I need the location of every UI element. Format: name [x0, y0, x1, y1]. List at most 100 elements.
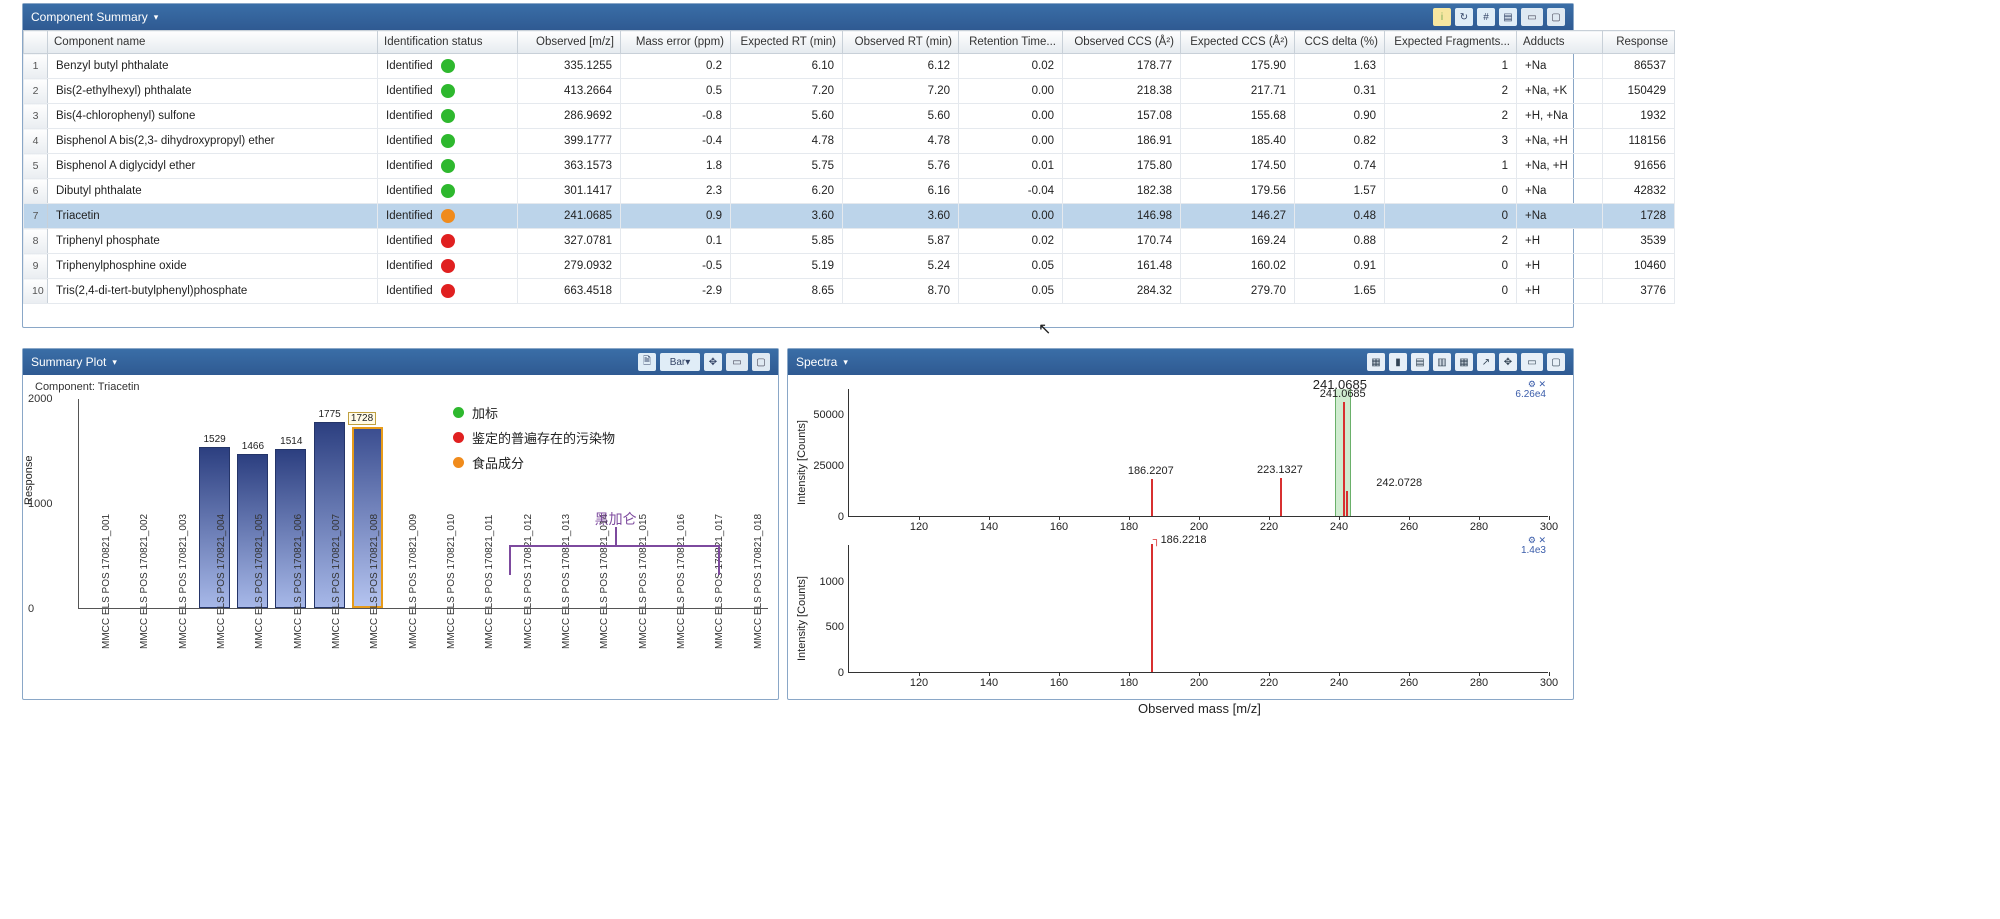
- spectra-title[interactable]: Spectra: [796, 355, 848, 369]
- status-dot-icon: [441, 59, 455, 73]
- x-tick: 240: [1330, 521, 1348, 533]
- x-tick: 120: [910, 677, 928, 689]
- info-icon[interactable]: i: [1433, 8, 1451, 26]
- x-tick: 180: [1120, 521, 1138, 533]
- table-row[interactable]: 3Bis(4-chlorophenyl) sulfoneIdentified28…: [24, 104, 1675, 129]
- copy-icon[interactable]: 🗎: [638, 353, 656, 371]
- status-dot-icon: [441, 284, 455, 298]
- x-tick-label: MMCC ELS POS 170821_018: [753, 611, 778, 649]
- plot-legend: 加标鉴定的普遍存在的污染物食品成分: [453, 403, 615, 478]
- column-header[interactable]: CCS delta (%): [1295, 31, 1385, 54]
- column-header[interactable]: Mass error (ppm): [621, 31, 731, 54]
- table-row[interactable]: 6Dibutyl phthalateIdentified301.14172.36…: [24, 179, 1675, 204]
- y-tick: 2000: [28, 393, 52, 405]
- tool-a-icon[interactable]: ▦: [1367, 353, 1385, 371]
- column-header[interactable]: Retention Time...: [959, 31, 1063, 54]
- tool-e-icon[interactable]: ▦: [1455, 353, 1473, 371]
- table-row[interactable]: 2Bis(2-ethylhexyl) phthalateIdentified41…: [24, 79, 1675, 104]
- tool-b-icon[interactable]: ▮: [1389, 353, 1407, 371]
- x-tick: 280: [1470, 677, 1488, 689]
- status-dot-icon: [441, 234, 455, 248]
- table-row[interactable]: 4Bisphenol A bis(2,3- dihydroxypropyl) e…: [24, 129, 1675, 154]
- column-header[interactable]: Expected Fragments...: [1385, 31, 1517, 54]
- spectra-x-label: Observed mass [m/z]: [1138, 701, 1261, 716]
- spectra-panel: Spectra ▦ ▮ ▤ ▥ ▦ ↗ ✥ ▭ ▢ Intensity [Cou…: [787, 348, 1574, 700]
- column-header[interactable]: Response: [1603, 31, 1675, 54]
- column-header[interactable]: Identification status: [378, 31, 518, 54]
- table-row[interactable]: 10Tris(2,4-di-tert-butylphenyl)phosphate…: [24, 279, 1675, 304]
- annotation-bracket: [509, 545, 720, 575]
- x-tick: 260: [1400, 677, 1418, 689]
- bar-value-label: 1514: [271, 436, 311, 447]
- y-tick: 50000: [799, 409, 844, 421]
- status-dot-icon: [441, 259, 455, 273]
- hash-icon[interactable]: #: [1477, 8, 1495, 26]
- legend-dot-icon: [453, 432, 464, 443]
- status-text: Identified: [386, 160, 433, 172]
- column-header[interactable]: Expected CCS (Å²): [1181, 31, 1295, 54]
- component-summary-grid[interactable]: Component nameIdentification statusObser…: [23, 30, 1675, 304]
- x-tick: 120: [910, 521, 928, 533]
- table-row[interactable]: 5Bisphenol A diglycidyl etherIdentified3…: [24, 154, 1675, 179]
- window-max-icon[interactable]: ▢: [1547, 353, 1565, 371]
- refresh-icon[interactable]: ↻: [1455, 8, 1473, 26]
- chart-mode-dropdown[interactable]: Bar ▾: [660, 353, 700, 371]
- export-icon[interactable]: ↗: [1477, 353, 1495, 371]
- legend-label: 食品成分: [472, 453, 524, 472]
- tool-d-icon[interactable]: ▥: [1433, 353, 1451, 371]
- column-header[interactable]: Component name: [48, 31, 378, 54]
- spectrum-peak[interactable]: [1343, 402, 1345, 517]
- x-tick: 180: [1120, 677, 1138, 689]
- table-row[interactable]: 8Triphenyl phosphateIdentified327.07810.…: [24, 229, 1675, 254]
- status-text: Identified: [386, 110, 433, 122]
- x-tick: 220: [1260, 677, 1278, 689]
- plot-component-label: Component: Triacetin: [35, 381, 770, 393]
- column-header[interactable]: Observed CCS (Å²): [1063, 31, 1181, 54]
- x-tick: 300: [1540, 677, 1558, 689]
- move-icon[interactable]: ✥: [704, 353, 722, 371]
- summary-plot-title[interactable]: Summary Plot: [31, 355, 117, 369]
- window-max-icon[interactable]: ▢: [1547, 8, 1565, 26]
- bar-value-label: 1466: [233, 441, 273, 452]
- x-tick: 300: [1540, 521, 1558, 533]
- legend-item: 加标: [453, 403, 615, 422]
- spectrum-peak[interactable]: [1346, 491, 1348, 516]
- legend-label: 鉴定的普遍存在的污染物: [472, 428, 615, 447]
- peak-label-main: 241.0685: [1313, 377, 1367, 392]
- component-summary-title[interactable]: Component Summary: [31, 10, 158, 24]
- status-dot-icon: [441, 184, 455, 198]
- spectrum-peak[interactable]: [1151, 479, 1153, 516]
- bar-value-label: 1775: [310, 409, 350, 420]
- spectrum-peak[interactable]: [1280, 478, 1282, 516]
- x-tick: 200: [1190, 677, 1208, 689]
- page-icon[interactable]: ▤: [1499, 8, 1517, 26]
- y-tick: 1000: [799, 576, 844, 588]
- y-tick: 0: [799, 667, 844, 679]
- spectrum-bottom: 05001000120140160180200220240260280300┐1…: [848, 545, 1548, 673]
- window-split-icon[interactable]: ▭: [726, 353, 748, 371]
- x-tick: 160: [1050, 677, 1068, 689]
- legend-label: 加标: [472, 403, 498, 422]
- column-header[interactable]: Observed RT (min): [843, 31, 959, 54]
- column-header[interactable]: [24, 31, 48, 54]
- y-tick: 1000: [28, 498, 52, 510]
- table-row[interactable]: 9Triphenylphosphine oxideIdentified279.0…: [24, 254, 1675, 279]
- column-header[interactable]: Expected RT (min): [731, 31, 843, 54]
- window-split-icon[interactable]: ▭: [1521, 8, 1543, 26]
- spectra-body[interactable]: Intensity [Counts] Intensity [Counts] 02…: [788, 375, 1573, 699]
- tool-c-icon[interactable]: ▤: [1411, 353, 1429, 371]
- window-max-icon[interactable]: ▢: [752, 353, 770, 371]
- window-split-icon[interactable]: ▭: [1521, 353, 1543, 371]
- summary-plot-header: Summary Plot 🗎 Bar ▾ ✥ ▭ ▢: [23, 349, 778, 375]
- spectrum-peak[interactable]: [1151, 544, 1153, 672]
- status-dot-icon: [441, 209, 455, 223]
- table-row[interactable]: 1Benzyl butyl phthalateIdentified335.125…: [24, 54, 1675, 79]
- x-tick: 160: [1050, 521, 1068, 533]
- table-row[interactable]: 7TriacetinIdentified241.06850.93.603.600…: [24, 204, 1675, 229]
- summary-plot-body[interactable]: Component: Triacetin Response 1529146615…: [23, 375, 778, 699]
- column-header[interactable]: Adducts: [1517, 31, 1603, 54]
- x-tick: 220: [1260, 521, 1278, 533]
- spectrum-top: 0250005000012014016018020022024026028030…: [848, 389, 1548, 517]
- column-header[interactable]: Observed [m/z]: [518, 31, 621, 54]
- move-icon[interactable]: ✥: [1499, 353, 1517, 371]
